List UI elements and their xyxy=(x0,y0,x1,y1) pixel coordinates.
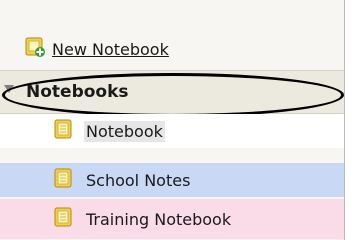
notebook-icon xyxy=(52,206,74,232)
notebook-label: School Notes xyxy=(86,170,191,190)
notebook-label: Notebook xyxy=(84,120,165,142)
collapse-triangle-icon[interactable] xyxy=(4,85,14,93)
notebook-icon xyxy=(52,118,74,144)
notebook-row-school-notes[interactable]: School Notes xyxy=(0,163,344,197)
notebook-panel: New Notebook Notebooks Notebook School N… xyxy=(0,0,345,240)
notebook-label: Training Notebook xyxy=(86,209,232,229)
new-notebook-button[interactable]: New Notebook xyxy=(24,36,169,62)
new-notebook-label: New Notebook xyxy=(52,39,169,59)
notebooks-group-title: Notebooks xyxy=(26,82,129,102)
notebook-row-notebook[interactable]: Notebook xyxy=(0,114,344,148)
new-notebook-icon xyxy=(24,36,46,62)
toolbar: New Notebook xyxy=(0,20,344,70)
notebook-row-training-notebook[interactable]: Training Notebook xyxy=(0,199,344,239)
notebook-icon xyxy=(52,167,74,193)
notebooks-group-header[interactable]: Notebooks xyxy=(0,70,344,114)
